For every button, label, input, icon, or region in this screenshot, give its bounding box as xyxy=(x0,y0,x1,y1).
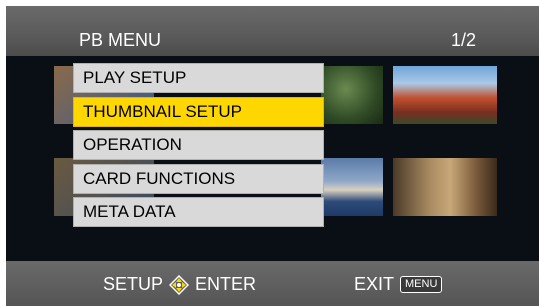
thumbnail-5[interactable] xyxy=(321,158,383,216)
setup-label: SETUP xyxy=(103,274,164,294)
menu-footer: SETUP ENTER EXIT MENU xyxy=(6,261,539,306)
menu-item-card-functions[interactable]: CARD FUNCTIONS xyxy=(73,163,324,194)
thumbnail-3[interactable] xyxy=(393,66,497,124)
menu-item-play-setup[interactable]: PLAY SETUP xyxy=(73,63,324,93)
dpad-icon xyxy=(168,274,190,295)
thumbnail-6[interactable] xyxy=(393,158,497,216)
page-indicator: 1/2 xyxy=(450,30,476,50)
menu-item-meta-data[interactable]: META DATA xyxy=(73,197,324,227)
pb-menu-list: PLAY SETUP THUMBNAIL SETUP OPERATION CAR… xyxy=(73,63,324,231)
menu-button-badge[interactable]: MENU xyxy=(400,276,443,293)
menu-item-thumbnail-setup[interactable]: THUMBNAIL SETUP xyxy=(73,96,324,127)
exit-hint: EXIT MENU xyxy=(354,274,443,295)
menu-title: PB MENU xyxy=(79,30,162,50)
enter-label: ENTER xyxy=(195,274,257,294)
exit-label: EXIT xyxy=(354,274,395,294)
menu-item-operation[interactable]: OPERATION xyxy=(73,130,324,160)
setup-hint: SETUP ENTER xyxy=(103,274,256,295)
thumbnail-2[interactable] xyxy=(321,66,383,124)
playback-menu-screen: PB MENU 1/2 PLAY SETUP THUMBNAIL SETUP O… xyxy=(6,6,539,306)
menu-header: PB MENU 1/2 xyxy=(6,6,539,56)
